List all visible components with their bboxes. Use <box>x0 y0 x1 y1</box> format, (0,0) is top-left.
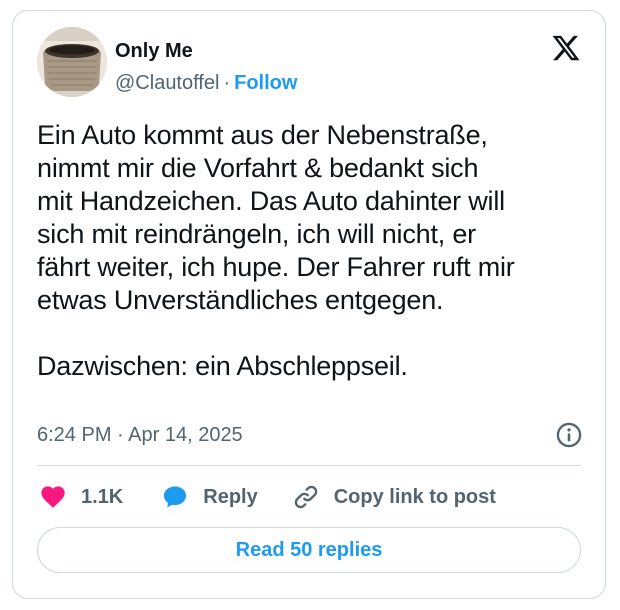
tweet-timestamp[interactable]: 6:24 PM · Apr 14, 2025 <box>37 423 243 447</box>
heart-icon <box>41 486 65 508</box>
tweet-text: Ein Auto kommt aus der Nebenstraße, nimm… <box>37 120 515 381</box>
author-display-name[interactable]: Only Me <box>115 39 193 63</box>
link-icon <box>294 485 317 509</box>
action-bar: 1.1K Reply Copy link to post <box>39 481 496 513</box>
author-handle[interactable]: @Clautoffel <box>115 72 219 94</box>
reply-button[interactable]: Reply <box>161 483 258 511</box>
author-handle-row: @Clautoffel · Follow <box>115 71 297 95</box>
info-icon[interactable] <box>555 421 583 449</box>
avatar[interactable] <box>37 27 107 97</box>
reply-label: Reply <box>203 486 258 508</box>
tweet-card: Only Me @Clautoffel · Follow Ein Auto komm… <box>12 10 606 599</box>
copy-link-label: Copy link to post <box>333 486 496 508</box>
x-logo-icon[interactable] <box>551 33 581 63</box>
follow-button[interactable]: Follow <box>234 72 297 94</box>
speech-bubble-icon <box>164 486 187 508</box>
avatar-image <box>37 27 107 97</box>
copy-link-button[interactable]: Copy link to post <box>292 483 496 511</box>
separator-dot: · <box>223 72 231 94</box>
like-button[interactable]: 1.1K <box>39 483 123 511</box>
like-count: 1.1K <box>81 486 124 508</box>
divider <box>37 465 581 466</box>
read-replies-button[interactable]: Read 50 replies <box>37 527 581 573</box>
